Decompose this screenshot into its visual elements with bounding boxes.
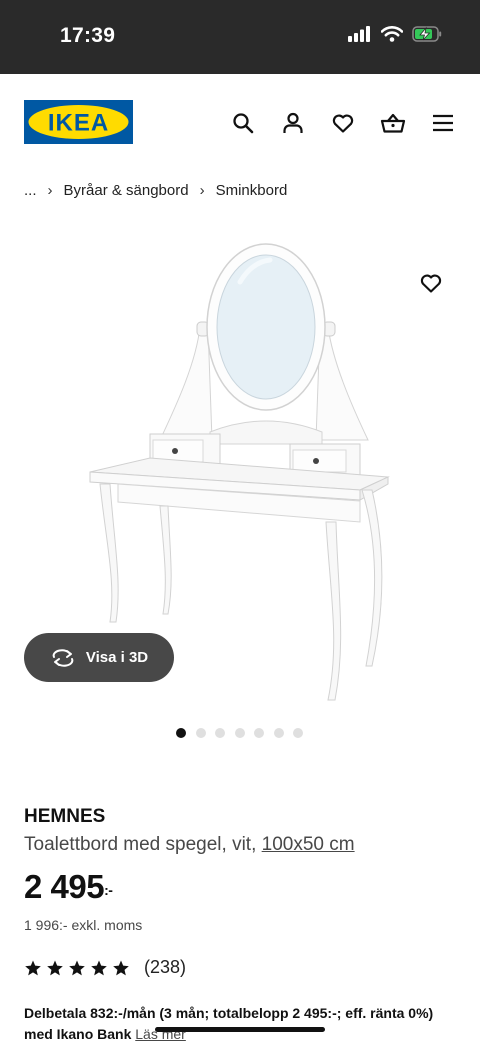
header-actions xyxy=(230,110,456,136)
star-icon xyxy=(91,960,107,975)
view-in-3d-button[interactable]: Visa i 3D xyxy=(24,633,174,682)
heart-icon xyxy=(420,274,442,293)
breadcrumb: ... › Byråar & sängbord › Sminkbord xyxy=(24,182,287,199)
star-icon xyxy=(47,960,63,975)
account-icon[interactable] xyxy=(280,110,306,136)
rotate-3d-icon xyxy=(52,648,74,667)
breadcrumb-item-category[interactable]: Byråar & sängbord xyxy=(64,182,189,199)
star-icon xyxy=(113,960,129,975)
pagination-dot[interactable] xyxy=(234,728,245,738)
product-rating[interactable]: (238) xyxy=(24,957,186,978)
shopping-bag-icon[interactable] xyxy=(380,110,406,136)
star-icon xyxy=(69,960,85,975)
wishlist-icon[interactable] xyxy=(330,110,356,136)
product-price: 2 495:- xyxy=(24,868,113,906)
status-time: 17:39 xyxy=(60,24,116,47)
chevron-right-icon: › xyxy=(47,182,53,199)
search-icon[interactable] xyxy=(230,110,256,136)
pagination-dot[interactable] xyxy=(176,728,186,738)
product-size-link[interactable]: 100x50 cm xyxy=(262,834,355,855)
pagination-dot[interactable] xyxy=(293,728,303,738)
battery-charging-icon xyxy=(412,26,442,42)
ikea-logo[interactable]: IKEA xyxy=(24,100,133,144)
home-indicator[interactable] xyxy=(155,1027,325,1032)
cellular-signal-icon xyxy=(348,26,370,42)
rating-count: (238) xyxy=(144,957,187,977)
financing-text: Delbetala 832:-/mån (3 mån; totalbelopp … xyxy=(24,1005,434,1042)
financing-info: Delbetala 832:-/mån (3 mån; totalbelopp … xyxy=(24,1003,464,1045)
site-header: IKEA xyxy=(0,74,480,174)
price-excl-vat: 1 996:- exkl. moms xyxy=(24,917,143,933)
product-type: Toalettbord med spegel, vit, xyxy=(24,834,257,855)
star-icon xyxy=(25,960,41,975)
menu-icon[interactable] xyxy=(430,110,456,136)
price-suffix: :- xyxy=(104,882,113,898)
product-brand: HEMNES xyxy=(24,806,106,827)
image-pagination xyxy=(176,728,303,738)
status-bar: 17:39 xyxy=(0,0,480,74)
status-icons xyxy=(348,26,442,42)
breadcrumb-item-current[interactable]: Sminkbord xyxy=(216,182,288,199)
svg-text:IKEA: IKEA xyxy=(48,110,109,137)
view-in-3d-label: Visa i 3D xyxy=(85,649,149,666)
breadcrumb-ellipsis[interactable]: ... xyxy=(24,182,37,199)
pagination-dot[interactable] xyxy=(273,728,284,738)
product-description: Toalettbord med spegel, vit, 100x50 cm xyxy=(24,834,355,856)
pagination-dot[interactable] xyxy=(254,728,264,738)
price-value: 2 495 xyxy=(24,868,105,905)
add-to-wishlist-button[interactable] xyxy=(416,268,446,298)
pagination-dot[interactable] xyxy=(215,728,225,738)
pagination-dot[interactable] xyxy=(195,728,206,738)
wifi-icon xyxy=(381,26,403,42)
chevron-right-icon: › xyxy=(199,182,205,199)
